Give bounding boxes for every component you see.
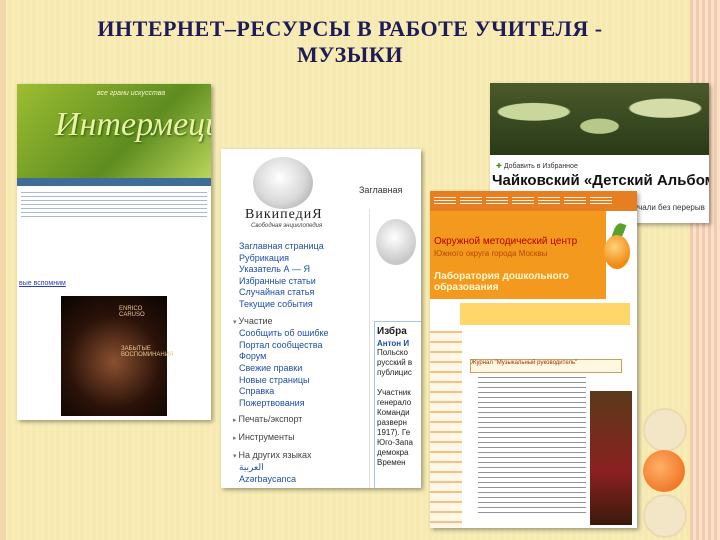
- yellow-menu-strip[interactable]: [460, 303, 630, 325]
- sidebar-item[interactable]: Случайная статья: [239, 287, 359, 299]
- sidebar-item[interactable]: Указатель А — Я: [239, 264, 359, 276]
- orange-top-nav[interactable]: [430, 191, 637, 211]
- section-print-export[interactable]: Печать/экспорт: [233, 414, 359, 427]
- featured-line: [375, 378, 421, 388]
- featured-line: демокра: [377, 448, 409, 457]
- center-subname: Южного округа города Москвы: [434, 249, 548, 258]
- wikipedia-content-area: Избра Антон И Польско русский в публицис…: [369, 209, 421, 488]
- slide-title-line2: МУЗЫКИ: [297, 42, 403, 67]
- featured-link[interactable]: Антон И: [375, 339, 421, 348]
- tchaikovsky-snippet: вучали без перерыв: [630, 203, 705, 212]
- intermezzo-logo: Интермеццо: [55, 106, 211, 143]
- methodical-center-screenshot[interactable]: Окружной методический центр Южного округ…: [430, 191, 637, 528]
- intermezzo-nav-bar[interactable]: [17, 178, 211, 186]
- poster-name: ENRICO CARUSO: [119, 306, 145, 318]
- caruso-poster-image[interactable]: ENRICO CARUSO ЗАБЫТЫЕ ВОСПОМИНАНИЯ: [61, 296, 173, 416]
- decor-circle-orange: [643, 450, 685, 492]
- wikipedia-sidebar: Заглавная страница Рубрикация Указатель …: [238, 241, 359, 486]
- featured-line: Команди: [377, 408, 410, 417]
- center-header: Окружной методический центр Южного округ…: [430, 211, 606, 299]
- sidebar-item[interactable]: Сообщить об ошибке: [239, 328, 359, 340]
- decor-circle: [643, 408, 687, 452]
- intermezzo-screenshot[interactable]: все грани искусства Интермеццо вые вспом…: [17, 84, 211, 420]
- sidebar-item[interactable]: Пожертвования: [239, 398, 359, 410]
- intermezzo-intro-text: [21, 192, 207, 220]
- lab-name: Лаборатория дошкольного образования: [434, 271, 569, 293]
- wikipedia-globe-logo[interactable]: [253, 157, 313, 209]
- featured-line: Польско: [377, 348, 408, 357]
- sidebar-item[interactable]: Избранные статьи: [239, 276, 359, 288]
- intermezzo-tagline: все грани искусства: [97, 90, 166, 97]
- sidebar-item[interactable]: Справка: [239, 386, 359, 398]
- right-border-stripe: [690, 0, 720, 540]
- sidebar-item[interactable]: Рубрикация: [239, 253, 359, 265]
- flowers-photo: [490, 83, 709, 155]
- featured-line: 1917). Ге: [377, 428, 411, 437]
- left-menu[interactable]: [430, 331, 462, 528]
- wikipedia-puzzle-globe-icon: [376, 219, 416, 265]
- poster-subtitle: ЗАБЫТЫЕ ВОСПОМИНАНИЯ: [121, 346, 174, 358]
- sidebar-item[interactable]: Текущие события: [239, 299, 359, 311]
- wikipedia-screenshot[interactable]: ВикипедиЯ Свободная энциклопедия Заглавн…: [221, 149, 421, 488]
- slide-title: ИНТЕРНЕТ–РЕСУРСЫ В РАБОТЕ УЧИТЕЛЯ - МУЗЫ…: [50, 16, 650, 68]
- add-to-favorites-link[interactable]: Добавить в Избранное: [496, 162, 578, 170]
- wikipedia-wordmark: ВикипедиЯ: [245, 207, 323, 222]
- tchaikovsky-title: Чайковский «Детский Альбом»: [492, 172, 709, 189]
- article-text: [478, 377, 586, 515]
- magazine-cover-image[interactable]: [590, 391, 632, 525]
- slide-title-line1: ИНТЕРНЕТ–РЕСУРСЫ В РАБОТЕ УЧИТЕЛЯ -: [97, 16, 603, 41]
- sidebar-item[interactable]: Портал сообщества: [239, 340, 359, 352]
- featured-line: публицис: [377, 368, 412, 377]
- left-border-stripe: [0, 0, 6, 540]
- featured-line: Юго-Запа: [377, 438, 413, 447]
- magazine-heading: Журнал "Музыкальный руководитель": [470, 359, 622, 373]
- intermezzo-banner: все грани искусства Интермеццо: [17, 84, 211, 178]
- featured-line: генерало: [377, 398, 412, 407]
- language-link[interactable]: العربية: [239, 462, 359, 474]
- sidebar-item[interactable]: Свежие правки: [239, 363, 359, 375]
- featured-line: Участник: [377, 388, 411, 397]
- featured-line: Времен: [377, 458, 406, 467]
- featured-heading: Избра: [377, 326, 407, 337]
- sidebar-item[interactable]: Новые страницы: [239, 375, 359, 387]
- sidebar-item[interactable]: Форум: [239, 351, 359, 363]
- section-participation[interactable]: Участие: [233, 316, 359, 329]
- sidebar-item[interactable]: Заглавная страница: [239, 241, 359, 253]
- intermezzo-link[interactable]: вые вспомним: [19, 280, 66, 287]
- wikipedia-subtitle: Свободная энциклопедия: [251, 223, 323, 229]
- featured-line: разверн: [377, 418, 407, 427]
- center-name: Окружной методический центр: [434, 236, 578, 247]
- section-languages[interactable]: На других языках: [233, 450, 359, 463]
- orange-fruit-icon: [604, 221, 630, 275]
- decor-circle: [643, 494, 687, 538]
- language-link[interactable]: Azərbaycanca: [239, 474, 359, 486]
- tab-main-page[interactable]: Заглавная: [359, 185, 402, 195]
- featured-line: русский в: [377, 358, 413, 367]
- section-tools[interactable]: Инструменты: [233, 432, 359, 445]
- featured-article-box: Избра Антон И Польско русский в публицис…: [374, 321, 421, 488]
